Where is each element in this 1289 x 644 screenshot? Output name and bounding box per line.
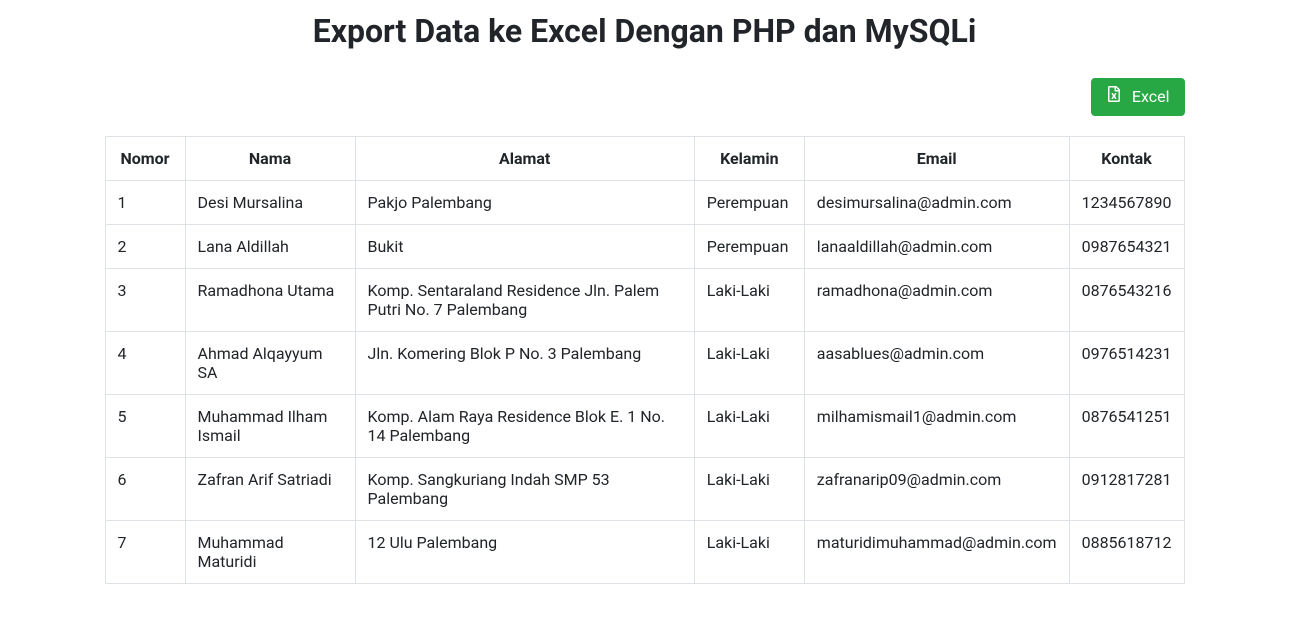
table-row: 4Ahmad Alqayyum SAJln. Komering Blok P N… (105, 332, 1184, 395)
cell-nomor: 7 (105, 521, 185, 584)
cell-nama: Zafran Arif Satriadi (185, 458, 355, 521)
cell-kelamin: Perempuan (694, 181, 804, 225)
cell-kontak: 0876541251 (1069, 395, 1184, 458)
cell-nama: Desi Mursalina (185, 181, 355, 225)
cell-alamat: Komp. Alam Raya Residence Blok E. 1 No. … (355, 395, 694, 458)
file-excel-icon (1106, 86, 1122, 108)
cell-nomor: 4 (105, 332, 185, 395)
cell-kelamin: Laki-Laki (694, 395, 804, 458)
header-email: Email (804, 137, 1069, 181)
cell-alamat: Jln. Komering Blok P No. 3 Palembang (355, 332, 694, 395)
cell-kelamin: Perempuan (694, 225, 804, 269)
cell-alamat: Pakjo Palembang (355, 181, 694, 225)
export-excel-button[interactable]: Excel (1091, 78, 1185, 116)
cell-kontak: 0876543216 (1069, 269, 1184, 332)
cell-kelamin: Laki-Laki (694, 332, 804, 395)
table-row: 6Zafran Arif SatriadiKomp. Sangkuriang I… (105, 458, 1184, 521)
cell-kelamin: Laki-Laki (694, 458, 804, 521)
cell-nomor: 3 (105, 269, 185, 332)
toolbar: Excel (105, 78, 1185, 116)
table-row: 5Muhammad Ilham IsmailKomp. Alam Raya Re… (105, 395, 1184, 458)
cell-email: milhamismail1@admin.com (804, 395, 1069, 458)
header-kontak: Kontak (1069, 137, 1184, 181)
cell-email: aasablues@admin.com (804, 332, 1069, 395)
cell-nama: Muhammad Maturidi (185, 521, 355, 584)
cell-nama: Ahmad Alqayyum SA (185, 332, 355, 395)
cell-email: ramadhona@admin.com (804, 269, 1069, 332)
cell-nomor: 5 (105, 395, 185, 458)
cell-kontak: 0912817281 (1069, 458, 1184, 521)
table-row: 7Muhammad Maturidi12 Ulu PalembangLaki-L… (105, 521, 1184, 584)
table-row: 2Lana AldillahBukitPerempuanlanaaldillah… (105, 225, 1184, 269)
table-row: 3Ramadhona UtamaKomp. Sentaraland Reside… (105, 269, 1184, 332)
header-kelamin: Kelamin (694, 137, 804, 181)
export-excel-label: Excel (1132, 86, 1170, 108)
cell-kelamin: Laki-Laki (694, 269, 804, 332)
cell-nomor: 1 (105, 181, 185, 225)
header-alamat: Alamat (355, 137, 694, 181)
cell-nama: Muhammad Ilham Ismail (185, 395, 355, 458)
cell-nama: Ramadhona Utama (185, 269, 355, 332)
cell-kelamin: Laki-Laki (694, 521, 804, 584)
cell-alamat: Komp. Sentaraland Residence Jln. Palem P… (355, 269, 694, 332)
header-nama: Nama (185, 137, 355, 181)
cell-email: zafranarip09@admin.com (804, 458, 1069, 521)
cell-kontak: 0976514231 (1069, 332, 1184, 395)
cell-nomor: 2 (105, 225, 185, 269)
header-nomor: Nomor (105, 137, 185, 181)
cell-kontak: 1234567890 (1069, 181, 1184, 225)
cell-nama: Lana Aldillah (185, 225, 355, 269)
cell-alamat: Komp. Sangkuriang Indah SMP 53 Palembang (355, 458, 694, 521)
cell-email: maturidimuhammad@admin.com (804, 521, 1069, 584)
data-table: Nomor Nama Alamat Kelamin Email Kontak 1… (105, 136, 1185, 584)
cell-email: desimursalina@admin.com (804, 181, 1069, 225)
cell-alamat: 12 Ulu Palembang (355, 521, 694, 584)
cell-email: lanaaldillah@admin.com (804, 225, 1069, 269)
cell-kontak: 0885618712 (1069, 521, 1184, 584)
cell-alamat: Bukit (355, 225, 694, 269)
cell-kontak: 0987654321 (1069, 225, 1184, 269)
page-title: Export Data ke Excel Dengan PHP dan MySQ… (105, 12, 1185, 50)
table-row: 1Desi MursalinaPakjo PalembangPerempuand… (105, 181, 1184, 225)
cell-nomor: 6 (105, 458, 185, 521)
